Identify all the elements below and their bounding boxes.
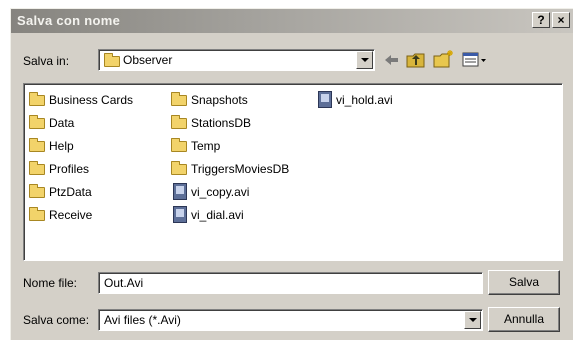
folder-icon xyxy=(29,138,45,152)
folder-icon xyxy=(29,184,45,198)
up-folder-icon[interactable] xyxy=(406,51,426,69)
filename-label: Nome file: xyxy=(23,276,78,290)
filename-value: Out.Avi xyxy=(104,276,144,290)
folder-icon xyxy=(29,115,45,129)
video-file-icon xyxy=(318,91,332,108)
video-file-icon xyxy=(173,183,187,200)
title-bar[interactable]: Salva con nome ? × xyxy=(11,9,573,33)
view-menu-icon[interactable] xyxy=(462,52,488,68)
folder-icon xyxy=(171,138,187,152)
file-list[interactable]: Business Cards Data Help Profiles PtzDat… xyxy=(23,83,563,261)
chevron-down-icon[interactable] xyxy=(464,311,481,329)
window-title: Salva con nome xyxy=(17,13,121,28)
folder-icon xyxy=(29,161,45,175)
folder-icon xyxy=(171,161,187,175)
filetype-dropdown[interactable]: Avi files (*.Avi) xyxy=(98,309,483,331)
close-button[interactable]: × xyxy=(552,12,570,28)
video-file-icon xyxy=(173,206,187,223)
folder-icon xyxy=(29,92,45,106)
filetype-label: Salva come: xyxy=(23,313,90,327)
save-button[interactable]: Salva xyxy=(488,270,560,295)
save-in-dropdown[interactable]: Observer xyxy=(98,49,375,71)
save-as-dialog: Salva con nome ? × Salva in: Observer Bu… xyxy=(10,8,573,340)
folder-icon xyxy=(29,207,45,221)
save-in-label: Salva in: xyxy=(23,54,70,68)
help-button[interactable]: ? xyxy=(532,12,550,28)
folder-icon xyxy=(104,53,120,67)
new-folder-icon[interactable] xyxy=(433,49,455,69)
filename-field[interactable]: Out.Avi xyxy=(98,272,483,294)
folder-icon xyxy=(171,92,187,106)
save-in-value: Observer xyxy=(123,53,173,67)
chevron-down-icon[interactable] xyxy=(356,51,373,69)
cancel-button[interactable]: Annulla xyxy=(488,307,560,332)
filetype-value: Avi files (*.Avi) xyxy=(104,313,181,327)
back-arrow-icon[interactable] xyxy=(382,52,400,68)
folder-icon xyxy=(171,115,187,129)
